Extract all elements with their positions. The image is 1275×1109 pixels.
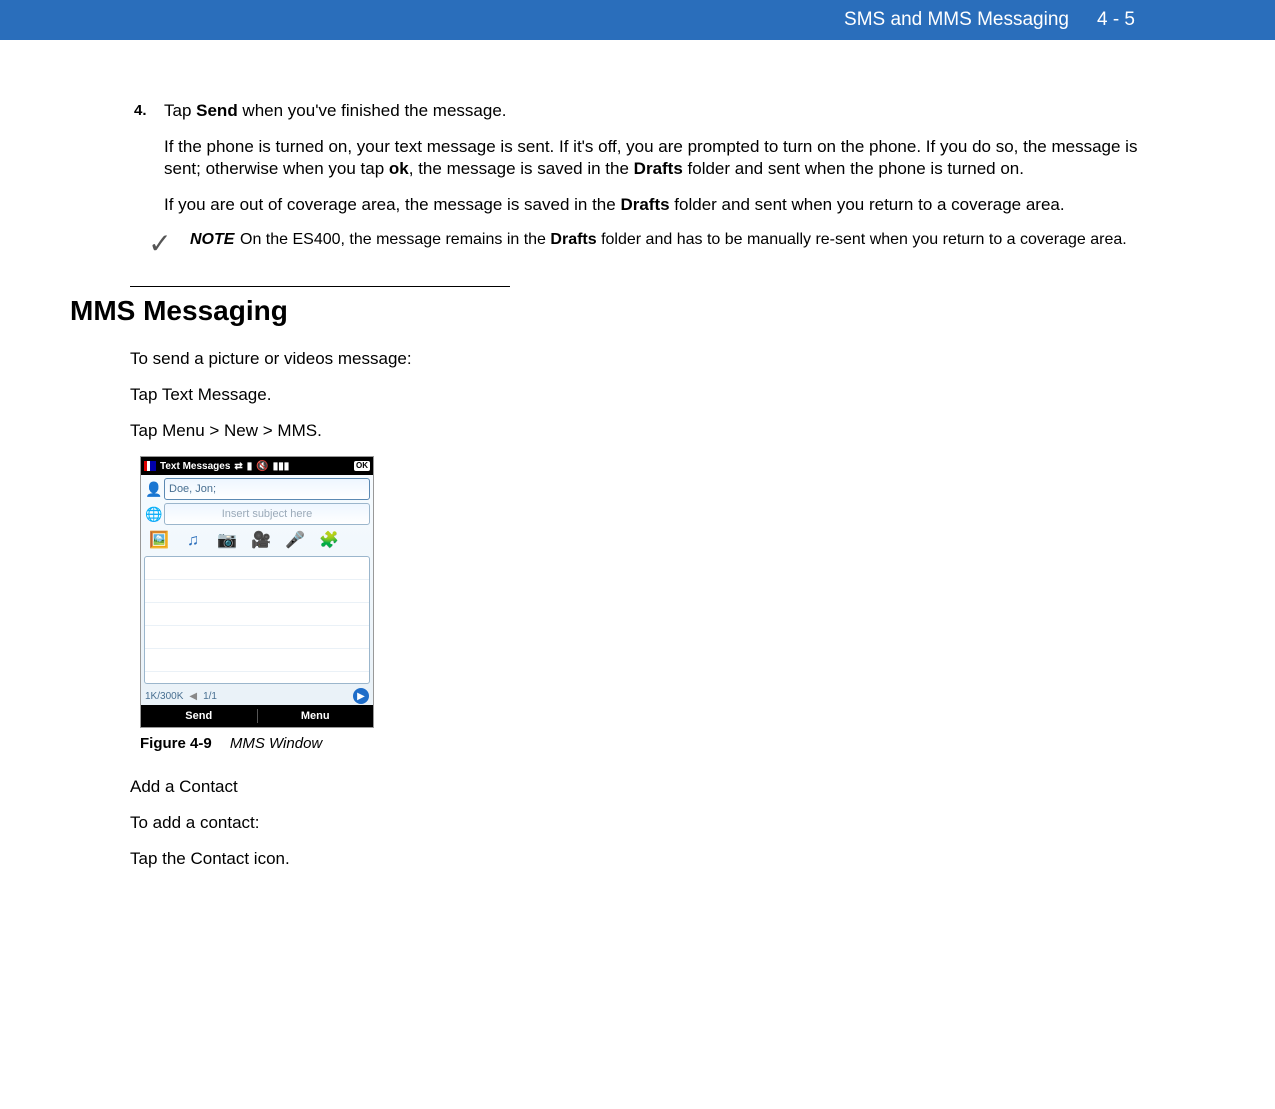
note-block: ✓ NOTE On the ES400, the message remains…	[130, 230, 1145, 258]
page-header: SMS and MMS Messaging 4 - 5	[0, 0, 1275, 40]
section-heading: MMS Messaging	[70, 293, 1145, 329]
softkey-send[interactable]: Send	[141, 709, 257, 723]
note-text: On the ES400, the message remains in the…	[240, 230, 1145, 258]
connectivity-icon: ⇄	[234, 460, 242, 473]
figure-title: MMS Window	[230, 735, 322, 752]
after-p1: Add a Contact	[130, 776, 1145, 798]
volume-icon: 🔇	[256, 460, 268, 473]
intro-p1: To send a picture or videos message:	[130, 348, 1145, 370]
mms-window-screenshot: Text Messages ⇄ ▮ 🔇 ▮▮▮ OK 👤 Doe, Jon; 🌐…	[140, 456, 374, 728]
ok-button[interactable]: OK	[354, 461, 370, 471]
media-toolbar: 🖼️ ♫ 📷 🎥 🎤 🧩	[144, 528, 370, 556]
globe-icon[interactable]: 🌐	[144, 504, 164, 524]
start-flag-icon[interactable]	[144, 461, 156, 471]
softkey-menu[interactable]: Menu	[258, 709, 374, 723]
subject-field[interactable]: Insert subject here	[164, 503, 370, 525]
step-4-para-3: If you are out of coverage area, the mes…	[164, 194, 1145, 216]
send-bold: Send	[196, 101, 238, 120]
soft-key-bar: Send Menu	[141, 705, 373, 727]
header-page-number: 4 - 5	[1097, 9, 1135, 31]
mic-icon[interactable]: 🎤	[282, 530, 308, 552]
intro-p3: Tap Menu > New > MMS.	[130, 420, 1145, 442]
phone-footer-status: 1K/300K ◀ 1/1 ▶	[141, 687, 373, 705]
signal-icon: ▮	[247, 460, 253, 473]
note-label: NOTE	[190, 230, 240, 258]
prev-slide-icon[interactable]: ◀	[189, 690, 197, 703]
figure-caption: Figure 4-9 MMS Window	[140, 734, 1145, 754]
step-number: 4.	[134, 101, 147, 121]
after-p2: To add a contact:	[130, 812, 1145, 834]
intro-p2: Tap Text Message.	[130, 384, 1145, 406]
camera-icon[interactable]: 📷	[214, 530, 240, 552]
step-4-para-2: If the phone is turned on, your text mes…	[164, 136, 1145, 180]
slide-page: 1/1	[203, 690, 217, 703]
section-divider	[130, 286, 510, 287]
subject-placeholder: Insert subject here	[222, 507, 313, 521]
battery-icon: ▮▮▮	[273, 460, 290, 473]
music-icon[interactable]: ♫	[180, 530, 206, 552]
to-value: Doe, Jon;	[169, 482, 216, 496]
attachment-icon[interactable]: 🧩	[316, 530, 342, 552]
checkmark-icon: ✓	[130, 230, 190, 258]
to-field[interactable]: Doe, Jon;	[164, 478, 370, 500]
step-4: 4. Tap Send when you've finished the mes…	[130, 100, 1145, 216]
video-icon[interactable]: 🎥	[248, 530, 274, 552]
next-slide-icon[interactable]: ▶	[353, 688, 369, 704]
size-label: 1K/300K	[145, 690, 183, 703]
header-title: SMS and MMS Messaging	[844, 9, 1069, 31]
after-p3: Tap the Contact icon.	[130, 848, 1145, 870]
phone-statusbar: Text Messages ⇄ ▮ 🔇 ▮▮▮ OK	[141, 457, 373, 475]
contact-icon[interactable]: 👤	[144, 479, 164, 499]
step-4-line-1: Tap Send when you've finished the messag…	[164, 100, 1145, 122]
picture-icon[interactable]: 🖼️	[146, 530, 172, 552]
figure-label: Figure 4-9	[140, 735, 212, 752]
message-body-input[interactable]	[144, 556, 370, 684]
phone-title: Text Messages	[160, 460, 230, 473]
